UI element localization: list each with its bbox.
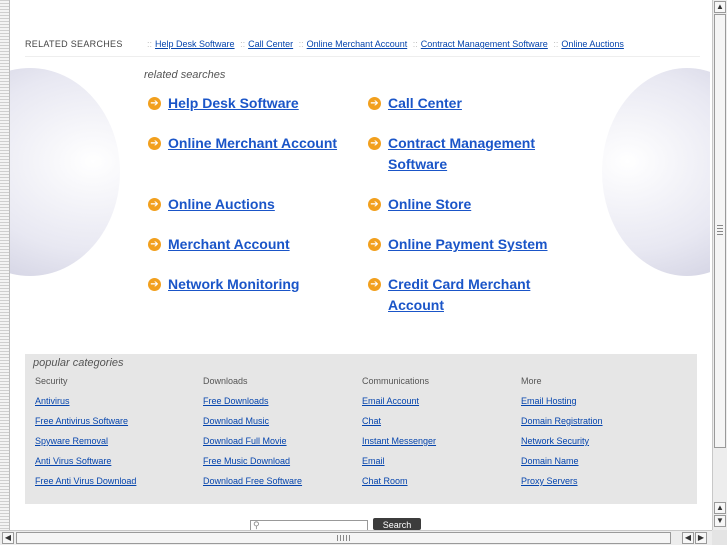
separator: :: (240, 39, 246, 49)
related-searches-bar: RELATED SEARCHES :: Help Desk Software ::… (25, 36, 700, 57)
search-button[interactable]: Search (373, 518, 421, 530)
bar-link-help-desk-software[interactable]: Help Desk Software (155, 39, 235, 49)
category-column-downloads: Downloads Free Downloads Download Music … (203, 376, 302, 496)
separator: :: (298, 39, 304, 49)
category-column-security: Security Antivirus Free Antivirus Softwa… (35, 376, 136, 496)
category-link[interactable]: Download Music (203, 416, 302, 436)
arrow-right-circle-icon: ➔ (148, 198, 161, 211)
category-link[interactable]: Email Hosting (521, 396, 603, 416)
grip-icon (717, 225, 723, 237)
category-heading: Communications (362, 376, 430, 386)
arrow-right-circle-icon: ➔ (148, 97, 161, 110)
related-link-credit-card-merchant-account[interactable]: Credit Card Merchant Account (388, 274, 553, 316)
decorative-arc-right (602, 68, 710, 276)
related-link-contract-management-software[interactable]: Contract Management Software (388, 133, 558, 175)
category-link[interactable]: Instant Messenger (362, 436, 436, 456)
scrollbar-corner (712, 530, 727, 545)
category-link[interactable]: Download Free Software (203, 476, 302, 496)
search-icon: ⚲ (253, 520, 260, 530)
category-heading: More (521, 376, 542, 386)
bar-link-online-merchant-account[interactable]: Online Merchant Account (307, 39, 408, 49)
scroll-up-button[interactable]: ▲ (714, 1, 726, 13)
arrow-right-circle-icon: ➔ (148, 137, 161, 150)
category-heading: Downloads (203, 376, 248, 386)
category-link[interactable]: Proxy Servers (521, 476, 603, 496)
scroll-left-button-right[interactable]: ◀ (682, 532, 694, 544)
scroll-left-button[interactable]: ◀ (2, 532, 14, 544)
scroll-right-button[interactable]: ▶ (695, 532, 707, 544)
category-link[interactable]: Anti Virus Software (35, 456, 136, 476)
separator: :: (147, 39, 153, 49)
decorative-arc-left (10, 68, 120, 276)
bar-link-online-auctions[interactable]: Online Auctions (561, 39, 624, 49)
separator: :: (412, 39, 418, 49)
popular-categories-caption: popular categories (33, 357, 124, 369)
horizontal-scroll-thumb[interactable] (16, 532, 671, 544)
bar-link-call-center[interactable]: Call Center (248, 39, 293, 49)
category-link[interactable]: Free Antivirus Software (35, 416, 136, 436)
arrow-right-circle-icon: ➔ (368, 238, 381, 251)
grip-icon (337, 535, 351, 541)
category-link[interactable]: Network Security (521, 436, 603, 456)
category-column-more: More Email Hosting Domain Registration N… (521, 376, 603, 496)
related-link-help-desk-software[interactable]: Help Desk Software (168, 93, 299, 114)
category-heading: Security (35, 376, 68, 386)
category-link[interactable]: Email Account (362, 396, 436, 416)
browser-viewport: RELATED SEARCHES :: Help Desk Software ::… (10, 0, 710, 530)
category-link[interactable]: Domain Registration (521, 416, 603, 436)
related-searches-caption: related searches (144, 69, 226, 81)
category-link[interactable]: Free Downloads (203, 396, 302, 416)
scroll-down-button[interactable]: ▼ (714, 515, 726, 527)
arrow-right-circle-icon: ➔ (368, 97, 381, 110)
arrow-right-circle-icon: ➔ (368, 137, 381, 150)
scroll-up-button-lower[interactable]: ▲ (714, 502, 726, 514)
category-column-communications: Communications Email Account Chat Instan… (362, 376, 436, 496)
category-link[interactable]: Chat (362, 416, 436, 436)
vertical-scroll-thumb[interactable] (714, 14, 726, 448)
popular-categories-panel: popular categories Security Antivirus Fr… (25, 354, 697, 504)
bar-link-contract-management-software[interactable]: Contract Management Software (421, 39, 548, 49)
related-link-call-center[interactable]: Call Center (388, 93, 462, 114)
category-link[interactable]: Domain Name (521, 456, 603, 476)
related-link-online-payment-system[interactable]: Online Payment System (388, 234, 548, 255)
arrow-right-circle-icon: ➔ (148, 278, 161, 291)
category-link[interactable]: Spyware Removal (35, 436, 136, 456)
horizontal-scrollbar[interactable]: ◀ ◀ ▶ (0, 530, 712, 545)
category-link[interactable]: Download Full Movie (203, 436, 302, 456)
related-searches-bar-title: RELATED SEARCHES (25, 39, 123, 49)
category-link[interactable]: Email (362, 456, 436, 476)
arrow-right-circle-icon: ➔ (368, 278, 381, 291)
separator: :: (553, 39, 559, 49)
related-link-online-merchant-account[interactable]: Online Merchant Account (168, 133, 337, 154)
left-window-edge (0, 0, 10, 530)
vertical-scrollbar[interactable]: ▲ ▲ ▼ (712, 0, 727, 530)
related-link-online-auctions[interactable]: Online Auctions (168, 194, 275, 215)
arrow-right-circle-icon: ➔ (148, 238, 161, 251)
related-searches-bar-links: :: Help Desk Software :: Call Center :: Onl… (144, 39, 624, 49)
category-link[interactable]: Free Music Download (203, 456, 302, 476)
related-link-merchant-account[interactable]: Merchant Account (168, 234, 290, 255)
related-link-network-monitoring[interactable]: Network Monitoring (168, 274, 299, 295)
arrow-right-circle-icon: ➔ (368, 198, 381, 211)
category-link[interactable]: Free Anti Virus Download (35, 476, 136, 496)
category-link[interactable]: Chat Room (362, 476, 436, 496)
category-link[interactable]: Antivirus (35, 396, 136, 416)
related-link-online-store[interactable]: Online Store (388, 194, 471, 215)
search-input-icon-holder: ⚲ (250, 520, 366, 530)
